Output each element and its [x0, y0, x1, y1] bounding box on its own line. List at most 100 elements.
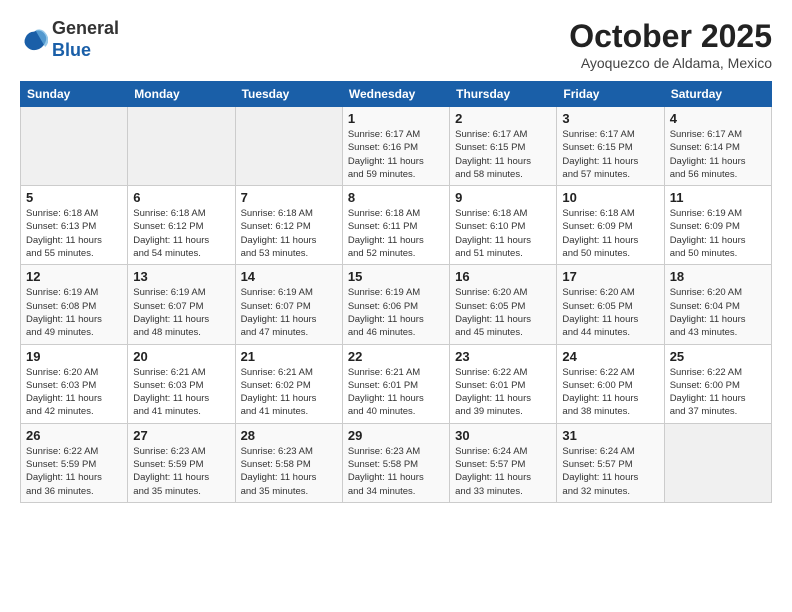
day-number: 11 [670, 190, 766, 205]
calendar-day-24: 24 Sunrise: 6:22 AM Sunset: 6:00 PM Dayli… [557, 344, 664, 423]
calendar-table: SundayMondayTuesdayWednesdayThursdayFrid… [20, 81, 772, 503]
calendar-day-25: 25 Sunrise: 6:22 AM Sunset: 6:00 PM Dayli… [664, 344, 771, 423]
day-info: Sunrise: 6:18 AM Sunset: 6:09 PM Dayligh… [562, 207, 658, 260]
calendar-day-20: 20 Sunrise: 6:21 AM Sunset: 6:03 PM Dayli… [128, 344, 235, 423]
logo-general: General [52, 18, 119, 38]
day-info: Sunrise: 6:23 AM Sunset: 5:59 PM Dayligh… [133, 445, 229, 498]
calendar-header-saturday: Saturday [664, 82, 771, 107]
day-info: Sunrise: 6:18 AM Sunset: 6:12 PM Dayligh… [133, 207, 229, 260]
day-number: 25 [670, 349, 766, 364]
day-number: 15 [348, 269, 444, 284]
day-info: Sunrise: 6:20 AM Sunset: 6:05 PM Dayligh… [562, 286, 658, 339]
day-info: Sunrise: 6:18 AM Sunset: 6:11 PM Dayligh… [348, 207, 444, 260]
calendar-week-row: 26 Sunrise: 6:22 AM Sunset: 5:59 PM Dayli… [21, 423, 772, 502]
calendar-day-30: 30 Sunrise: 6:24 AM Sunset: 5:57 PM Dayli… [450, 423, 557, 502]
day-info: Sunrise: 6:17 AM Sunset: 6:14 PM Dayligh… [670, 128, 766, 181]
calendar-empty-cell [664, 423, 771, 502]
calendar-day-10: 10 Sunrise: 6:18 AM Sunset: 6:09 PM Dayli… [557, 186, 664, 265]
day-number: 20 [133, 349, 229, 364]
day-number: 4 [670, 111, 766, 126]
calendar-header-sunday: Sunday [21, 82, 128, 107]
day-number: 22 [348, 349, 444, 364]
calendar-day-7: 7Sunrise: 6:18 AM Sunset: 6:12 PM Daylig… [235, 186, 342, 265]
calendar-empty-cell [235, 107, 342, 186]
calendar-header-tuesday: Tuesday [235, 82, 342, 107]
logo: General Blue [20, 18, 119, 61]
day-info: Sunrise: 6:21 AM Sunset: 6:03 PM Dayligh… [133, 366, 229, 419]
logo-icon [20, 26, 48, 54]
day-info: Sunrise: 6:23 AM Sunset: 5:58 PM Dayligh… [241, 445, 337, 498]
day-info: Sunrise: 6:21 AM Sunset: 6:02 PM Dayligh… [241, 366, 337, 419]
logo-text: General Blue [52, 18, 119, 61]
day-info: Sunrise: 6:23 AM Sunset: 5:58 PM Dayligh… [348, 445, 444, 498]
month-title: October 2025 [569, 18, 772, 55]
day-info: Sunrise: 6:19 AM Sunset: 6:08 PM Dayligh… [26, 286, 122, 339]
day-number: 7 [241, 190, 337, 205]
day-number: 17 [562, 269, 658, 284]
calendar-week-row: 1 Sunrise: 6:17 AM Sunset: 6:16 PM Daylig… [21, 107, 772, 186]
calendar-day-9: 9Sunrise: 6:18 AM Sunset: 6:10 PM Daylig… [450, 186, 557, 265]
day-number: 31 [562, 428, 658, 443]
day-number: 27 [133, 428, 229, 443]
day-number: 2 [455, 111, 551, 126]
day-info: Sunrise: 6:17 AM Sunset: 6:15 PM Dayligh… [562, 128, 658, 181]
calendar-day-18: 18Sunrise: 6:20 AM Sunset: 6:04 PM Dayli… [664, 265, 771, 344]
calendar-day-31: 31 Sunrise: 6:24 AM Sunset: 5:57 PM Dayli… [557, 423, 664, 502]
calendar-day-19: 19 Sunrise: 6:20 AM Sunset: 6:03 PM Dayli… [21, 344, 128, 423]
day-info: Sunrise: 6:24 AM Sunset: 5:57 PM Dayligh… [455, 445, 551, 498]
day-info: Sunrise: 6:22 AM Sunset: 6:01 PM Dayligh… [455, 366, 551, 419]
day-info: Sunrise: 6:19 AM Sunset: 6:06 PM Dayligh… [348, 286, 444, 339]
day-number: 8 [348, 190, 444, 205]
calendar-day-3: 3 Sunrise: 6:17 AM Sunset: 6:15 PM Daylig… [557, 107, 664, 186]
day-info: Sunrise: 6:21 AM Sunset: 6:01 PM Dayligh… [348, 366, 444, 419]
day-number: 10 [562, 190, 658, 205]
day-number: 24 [562, 349, 658, 364]
calendar-header-wednesday: Wednesday [342, 82, 449, 107]
calendar-header-row: SundayMondayTuesdayWednesdayThursdayFrid… [21, 82, 772, 107]
day-number: 30 [455, 428, 551, 443]
day-number: 26 [26, 428, 122, 443]
day-number: 18 [670, 269, 766, 284]
day-info: Sunrise: 6:19 AM Sunset: 6:07 PM Dayligh… [241, 286, 337, 339]
calendar-day-21: 21 Sunrise: 6:21 AM Sunset: 6:02 PM Dayli… [235, 344, 342, 423]
calendar-day-6: 6Sunrise: 6:18 AM Sunset: 6:12 PM Daylig… [128, 186, 235, 265]
calendar-day-11: 11 Sunrise: 6:19 AM Sunset: 6:09 PM Dayli… [664, 186, 771, 265]
logo-blue: Blue [52, 40, 91, 60]
day-number: 14 [241, 269, 337, 284]
calendar-day-22: 22 Sunrise: 6:21 AM Sunset: 6:01 PM Dayli… [342, 344, 449, 423]
calendar-day-13: 13Sunrise: 6:19 AM Sunset: 6:07 PM Dayli… [128, 265, 235, 344]
title-area: October 2025 Ayoquezco de Aldama, Mexico [569, 18, 772, 71]
calendar-empty-cell [21, 107, 128, 186]
calendar-day-16: 16Sunrise: 6:20 AM Sunset: 6:05 PM Dayli… [450, 265, 557, 344]
calendar-day-15: 15 Sunrise: 6:19 AM Sunset: 6:06 PM Dayli… [342, 265, 449, 344]
calendar-week-row: 19 Sunrise: 6:20 AM Sunset: 6:03 PM Dayli… [21, 344, 772, 423]
calendar-day-26: 26 Sunrise: 6:22 AM Sunset: 5:59 PM Dayli… [21, 423, 128, 502]
page: General Blue October 2025 Ayoquezco de A… [0, 0, 792, 612]
day-info: Sunrise: 6:22 AM Sunset: 6:00 PM Dayligh… [562, 366, 658, 419]
day-number: 1 [348, 111, 444, 126]
calendar-day-5: 5Sunrise: 6:18 AM Sunset: 6:13 PM Daylig… [21, 186, 128, 265]
day-info: Sunrise: 6:20 AM Sunset: 6:03 PM Dayligh… [26, 366, 122, 419]
header-area: General Blue October 2025 Ayoquezco de A… [20, 18, 772, 71]
day-info: Sunrise: 6:17 AM Sunset: 6:16 PM Dayligh… [348, 128, 444, 181]
location-subtitle: Ayoquezco de Aldama, Mexico [569, 55, 772, 71]
day-number: 9 [455, 190, 551, 205]
calendar-empty-cell [128, 107, 235, 186]
day-number: 3 [562, 111, 658, 126]
day-info: Sunrise: 6:19 AM Sunset: 6:09 PM Dayligh… [670, 207, 766, 260]
day-info: Sunrise: 6:22 AM Sunset: 6:00 PM Dayligh… [670, 366, 766, 419]
calendar-day-4: 4 Sunrise: 6:17 AM Sunset: 6:14 PM Daylig… [664, 107, 771, 186]
day-number: 21 [241, 349, 337, 364]
calendar-day-1: 1 Sunrise: 6:17 AM Sunset: 6:16 PM Daylig… [342, 107, 449, 186]
day-number: 5 [26, 190, 122, 205]
day-info: Sunrise: 6:24 AM Sunset: 5:57 PM Dayligh… [562, 445, 658, 498]
calendar-header-monday: Monday [128, 82, 235, 107]
day-info: Sunrise: 6:20 AM Sunset: 6:05 PM Dayligh… [455, 286, 551, 339]
calendar-header-thursday: Thursday [450, 82, 557, 107]
day-info: Sunrise: 6:22 AM Sunset: 5:59 PM Dayligh… [26, 445, 122, 498]
calendar-day-29: 29Sunrise: 6:23 AM Sunset: 5:58 PM Dayli… [342, 423, 449, 502]
calendar-day-17: 17 Sunrise: 6:20 AM Sunset: 6:05 PM Dayli… [557, 265, 664, 344]
calendar-header-friday: Friday [557, 82, 664, 107]
calendar-day-8: 8 Sunrise: 6:18 AM Sunset: 6:11 PM Daylig… [342, 186, 449, 265]
day-number: 19 [26, 349, 122, 364]
